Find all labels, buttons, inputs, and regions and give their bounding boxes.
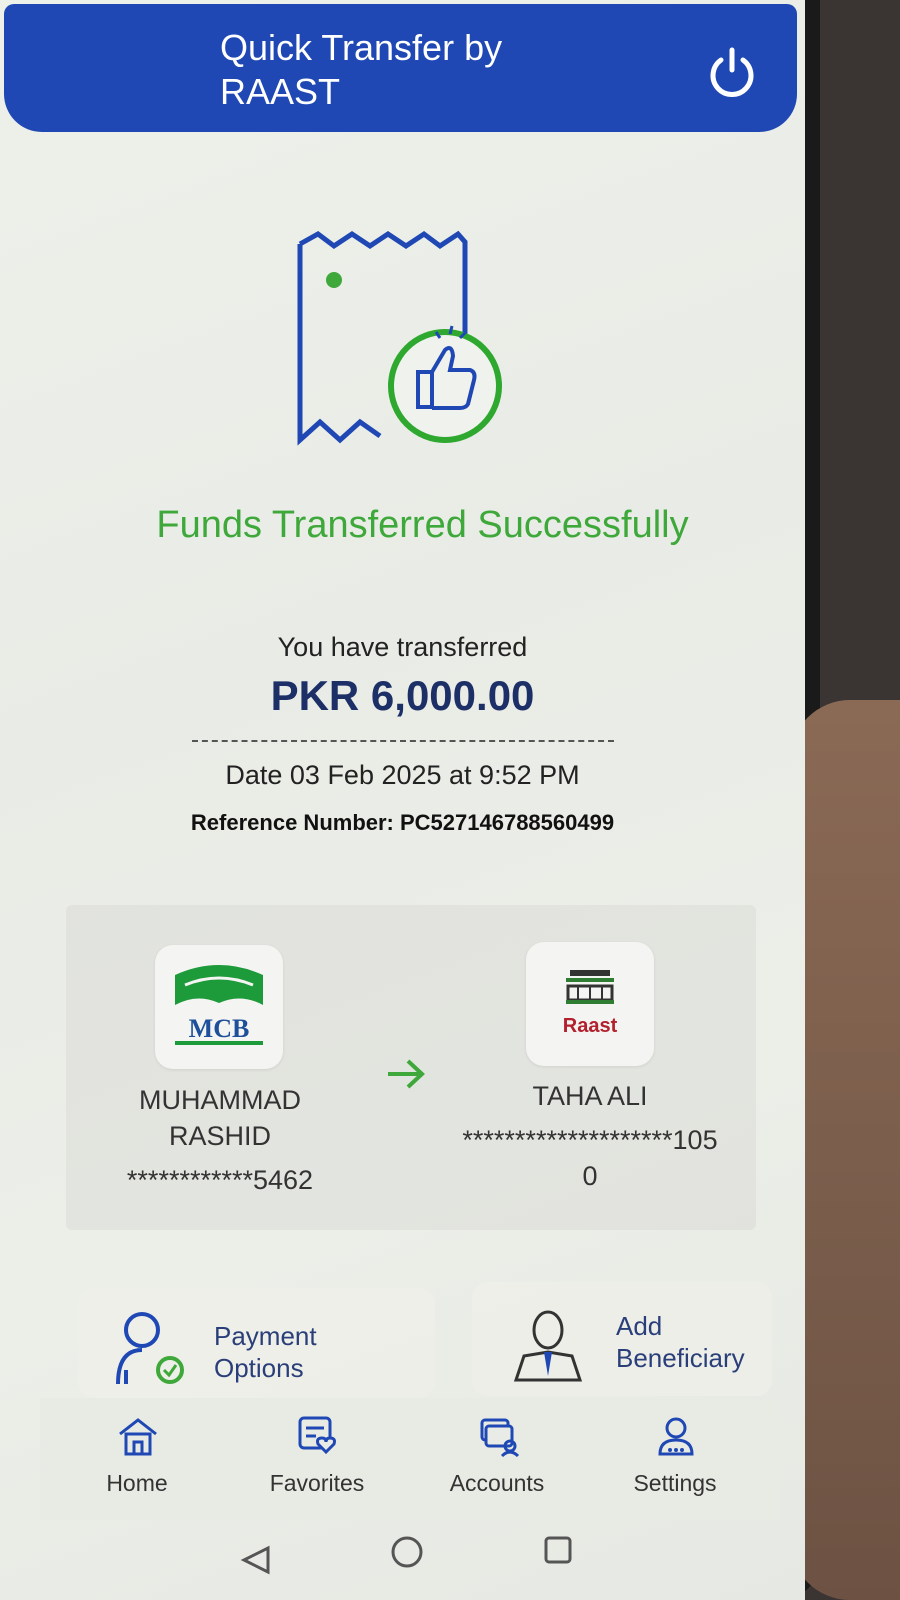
sender-bank-logo: MCB — [155, 945, 283, 1069]
nav-settings-label: Settings — [633, 1470, 717, 1496]
receipt-success-icon — [297, 230, 502, 446]
nav-favorites[interactable]: Favorites — [252, 1398, 382, 1520]
nav-settings[interactable]: Settings — [610, 1398, 740, 1520]
nav-accounts-label: Accounts — [449, 1470, 545, 1496]
system-navigation-bar — [240, 1536, 572, 1575]
power-icon[interactable] — [704, 44, 760, 100]
transferred-label: You have transferred — [277, 632, 528, 662]
settings-icon — [658, 1417, 694, 1456]
back-icon[interactable] — [240, 1545, 270, 1575]
transfer-date: Date 03 Feb 2025 at 9:52 PM — [225, 760, 580, 790]
reference-number: Reference Number: PC527146788560499 — [190, 810, 615, 835]
app-screen: Quick Transfer by RAAST Funds Transferre… — [0, 0, 805, 1600]
add-beneficiary-button[interactable]: Add Beneficiary — [472, 1282, 772, 1396]
hand-background — [790, 700, 900, 1600]
payment-options-label: Payment Options — [214, 1321, 317, 1383]
page-title: Quick Transfer by RAAST — [220, 27, 503, 112]
favorites-icon — [298, 1416, 336, 1455]
add-beneficiary-icon — [513, 1310, 583, 1382]
svg-text:Raast: Raast — [563, 1015, 618, 1037]
receiver-name: TAHA ALI — [532, 1081, 648, 1111]
app-header: Quick Transfer by RAAST — [4, 4, 797, 132]
add-beneficiary-label: Add Beneficiary — [616, 1311, 745, 1373]
home-icon — [119, 1418, 157, 1456]
divider — [192, 740, 614, 742]
sender-account: ************5462 — [126, 1165, 314, 1195]
payment-options-icon — [116, 1312, 184, 1385]
receiver-account: ********************1050 — [462, 1125, 718, 1191]
receiver-bank-logo: Raast — [526, 942, 654, 1066]
transfer-amount: PKR 6,000.00 — [270, 672, 535, 719]
accounts-icon — [480, 1418, 520, 1458]
nav-home[interactable]: Home — [72, 1398, 202, 1520]
svg-text:MCB: MCB — [189, 1014, 250, 1043]
sender-name: MUHAMMAD RASHID — [139, 1085, 301, 1151]
bottom-navigation: Home Favorites Accounts Settings — [40, 1398, 780, 1520]
nav-home-label: Home — [106, 1470, 168, 1496]
home-circle-icon[interactable] — [391, 1536, 423, 1568]
raast-logo-icon: Raast — [563, 970, 618, 1037]
recents-icon[interactable] — [544, 1536, 572, 1564]
success-message: Funds Transferred Successfully — [156, 504, 689, 546]
nav-favorites-label: Favorites — [269, 1470, 365, 1496]
mcb-logo-icon: MCB — [175, 965, 263, 1045]
arrow-right-icon — [388, 1059, 425, 1089]
nav-accounts[interactable]: Accounts — [432, 1398, 562, 1520]
payment-options-button[interactable]: Payment Options — [78, 1288, 435, 1398]
